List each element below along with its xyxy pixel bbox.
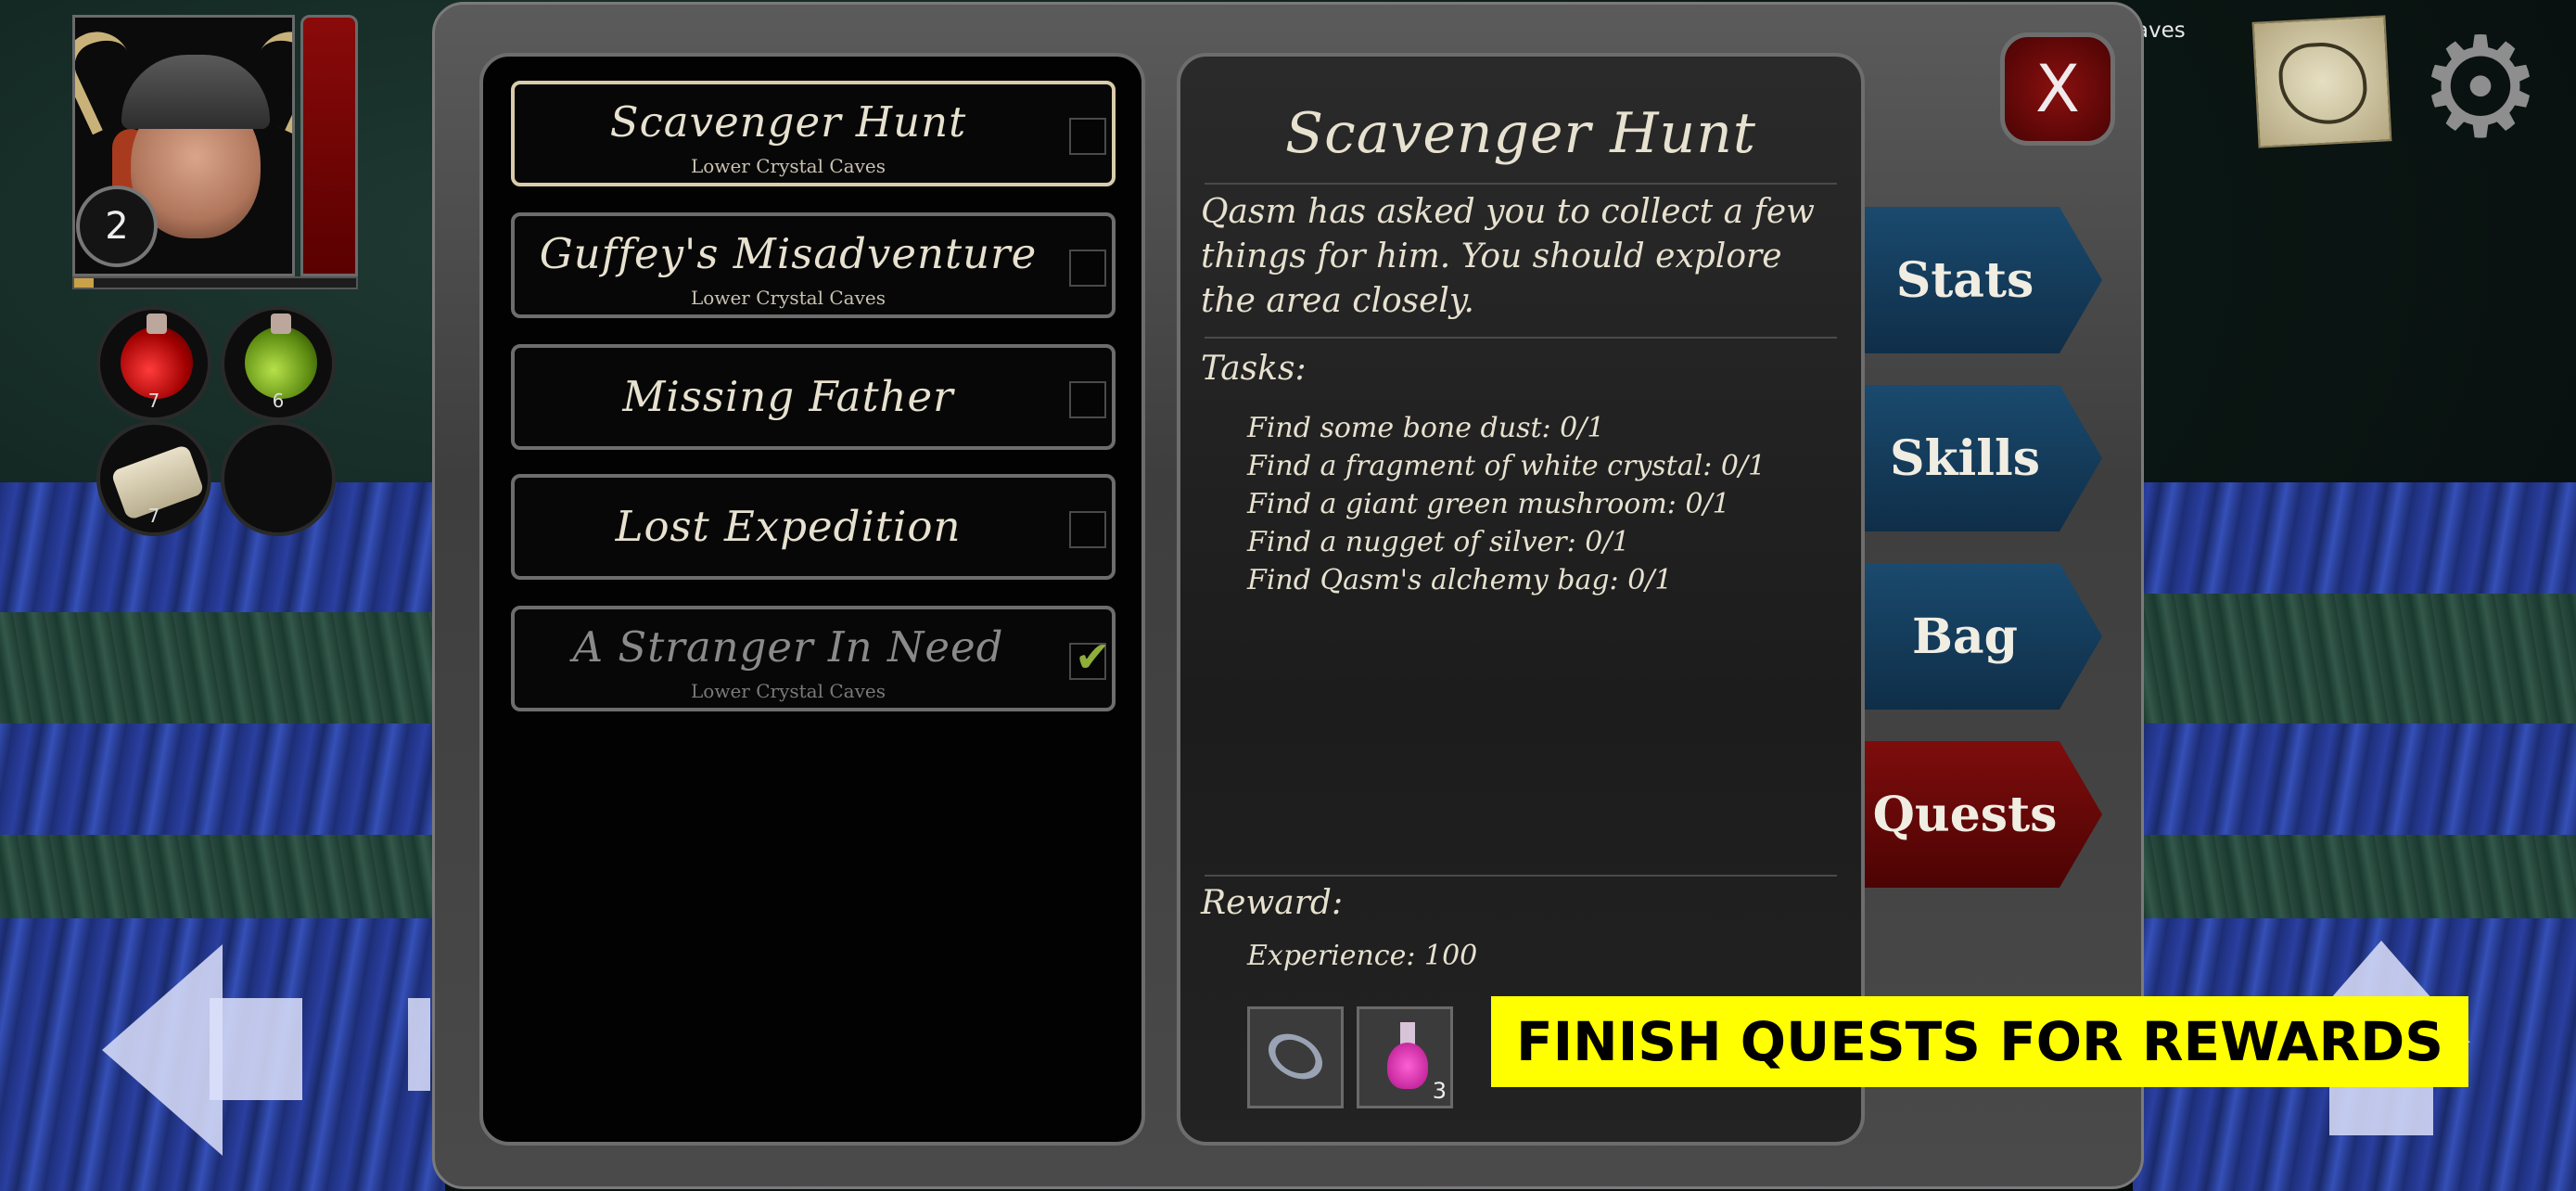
tab-quests[interactable]: Quests [1865,741,2102,888]
potion-neck [271,314,291,334]
quest-checkbox [1069,381,1106,418]
quest-row-lost-expedition[interactable]: Lost Expedition [511,474,1116,580]
quick-slot-3[interactable]: 7 [96,421,211,536]
quest-description: Qasm has asked you to collect a few thin… [1201,193,1815,320]
ledge [2133,594,2576,724]
quest-checkbox-checked: ✔ [1069,632,1111,682]
quest-title: Lost Expedition [615,502,962,551]
tab-stats[interactable]: Stats [1865,207,2102,353]
quick-slot-1[interactable]: 7 [96,306,211,421]
quest-checkbox [1069,118,1106,155]
health-bar [300,15,358,276]
ledge [0,612,445,724]
reward-count: 3 [1432,1078,1447,1104]
task-item: Find Qasm's alchemy bag: 0/1 [1247,564,1673,596]
quest-detail-title: Scavenger Hunt [1285,101,1756,166]
quick-slot-4[interactable] [221,421,336,536]
quest-title: Scavenger Hunt [609,97,967,147]
pink-potion-icon [1387,1043,1428,1089]
xp-bar [72,276,358,289]
quest-title: A Stranger In Need [572,622,1004,672]
quest-detail-panel: Scavenger Hunt Qasm has asked you to col… [1177,53,1865,1146]
divider [1205,183,1837,185]
task-list: Find some bone dust: 0/1 Find a fragment… [1247,409,1766,599]
quest-checkbox [1069,250,1106,287]
quest-row-a-stranger-in-need[interactable]: A Stranger In Need Lower Crystal Caves ✔ [511,606,1116,711]
tab-bag[interactable]: Bag [1865,563,2102,710]
map-icon[interactable] [2251,15,2392,148]
reward-heading: Reward: [1201,884,1344,922]
quest-list-panel: Scavenger Hunt Lower Crystal Caves Guffe… [479,53,1145,1146]
task-item: Find a giant green mushroom: 0/1 [1247,488,1730,520]
tasks-heading: Tasks: [1201,350,1307,388]
gear-icon[interactable]: ⚙ [2411,19,2550,158]
slot-count: 7 [147,505,160,527]
quest-title: Guffey's Misadventure [539,229,1038,278]
move-left-arrow-tail[interactable] [210,998,302,1100]
reward-item-potion[interactable]: 3 [1357,1006,1453,1108]
potion-neck [147,314,167,334]
ledge [0,835,445,918]
divider [1205,337,1837,339]
slot-count: 7 [147,390,160,412]
stamina-potion-icon [245,327,317,399]
health-potion-icon [121,327,193,399]
slot-count: 6 [272,390,285,412]
checkmark-icon: ✔ [1075,632,1111,682]
tab-skills[interactable]: Skills [1865,385,2102,531]
quest-row-guffeys-misadventure[interactable]: Guffey's Misadventure Lower Crystal Cave… [511,212,1116,318]
quick-slot-2[interactable]: 6 [221,306,336,421]
xp-bar-fill [74,278,95,288]
move-arrow-partial[interactable] [408,998,430,1091]
ring-icon [1260,1024,1331,1089]
task-item: Find some bone dust: 0/1 [1247,412,1605,444]
promo-banner: FINISH QUESTS FOR REWARDS [1491,996,2468,1087]
quest-row-scavenger-hunt[interactable]: Scavenger Hunt Lower Crystal Caves [511,81,1116,186]
close-button[interactable]: X [2000,32,2115,146]
task-item: Find a nugget of silver: 0/1 [1247,526,1630,558]
quest-title: Missing Father [622,372,954,421]
reward-item-ring[interactable] [1247,1006,1344,1108]
quest-location: Lower Crystal Caves [691,287,886,309]
quest-location: Lower Crystal Caves [691,155,886,177]
task-item: Find a fragment of white crystal: 0/1 [1247,450,1766,482]
divider [1205,875,1837,877]
quest-checkbox [1069,511,1106,548]
helmet-icon [121,55,270,129]
quest-location: Lower Crystal Caves [691,680,886,702]
quest-row-missing-father[interactable]: Missing Father [511,344,1116,450]
ledge [2133,835,2576,918]
level-badge: 2 [76,186,158,267]
flask-neck [1400,1022,1415,1044]
move-left-arrow-icon[interactable] [102,944,223,1156]
reward-experience: Experience: 100 [1247,940,1478,972]
